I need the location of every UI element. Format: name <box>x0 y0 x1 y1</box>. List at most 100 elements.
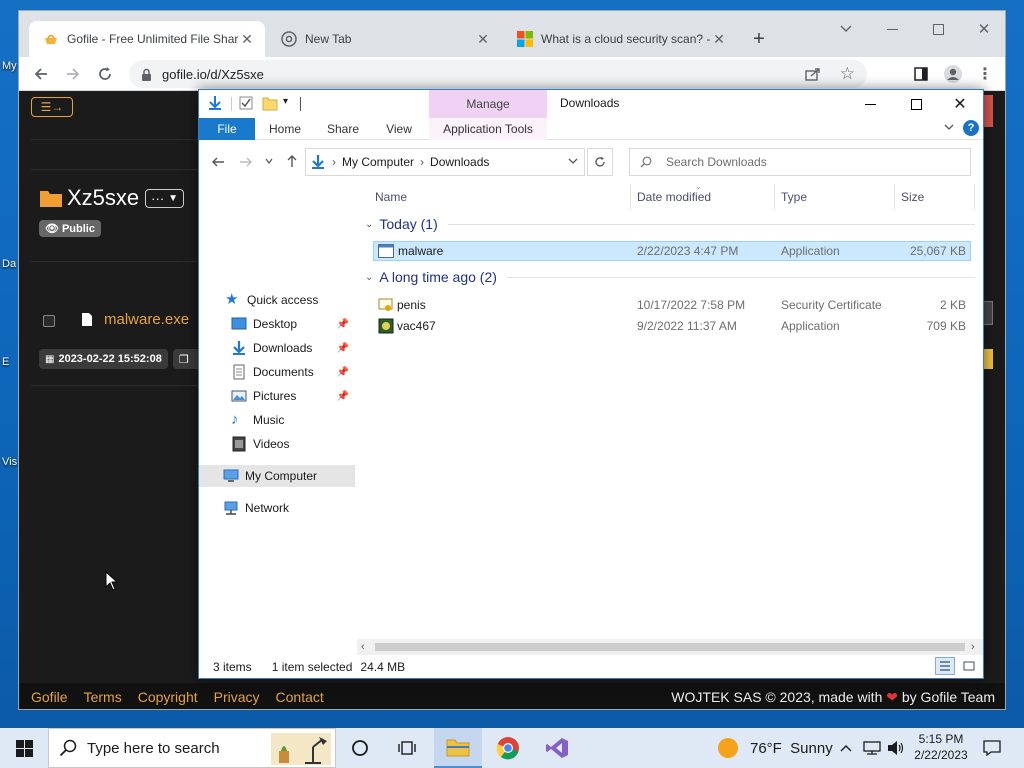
tab-new-tab[interactable]: New Tab ✕ <box>267 21 501 57</box>
search-input[interactable]: Search Downloads <box>629 148 971 176</box>
close-icon[interactable]: ✕ <box>475 31 491 47</box>
profile-avatar-icon[interactable] <box>939 61 967 87</box>
minimize-icon[interactable] <box>869 15 915 43</box>
expand-ribbon-icon[interactable] <box>943 121 955 133</box>
column-header-date[interactable]: Date modified ⌄ <box>631 182 775 210</box>
properties-check-icon[interactable] <box>239 96 253 110</box>
visual-studio-taskbar-icon[interactable] <box>534 728 580 768</box>
network-icon[interactable] <box>860 728 884 768</box>
desktop-icon-label[interactable]: Vis <box>2 456 17 468</box>
nav-downloads[interactable]: Downloads 📌 <box>199 337 355 359</box>
pin-icon[interactable]: 📌 <box>337 367 349 378</box>
nav-pictures[interactable]: Pictures 📌 <box>199 385 355 407</box>
nav-desktop[interactable]: Desktop 📌 <box>199 313 355 335</box>
minimize-icon[interactable] <box>847 90 893 118</box>
scroll-left-icon[interactable]: ‹ <box>361 641 365 653</box>
forward-arrow-icon[interactable] <box>239 155 253 169</box>
ribbon-tab-file[interactable]: File <box>199 118 255 140</box>
pin-icon[interactable]: 📌 <box>337 391 349 402</box>
close-icon[interactable]: ✕ <box>239 31 255 47</box>
close-icon[interactable]: ✕ <box>937 90 983 118</box>
cortana-icon[interactable] <box>337 728 383 768</box>
ribbon-tab-home[interactable]: Home <box>255 118 315 140</box>
column-header-name[interactable]: Name <box>369 184 631 210</box>
ribbon-tab-application-tools[interactable]: Application Tools <box>429 118 547 140</box>
group-header-today[interactable]: ⌄ Today (1) <box>365 216 975 232</box>
ribbon-tab-view[interactable]: View <box>371 118 427 140</box>
reload-icon[interactable] <box>91 61 119 87</box>
footer-link-privacy[interactable]: Privacy <box>214 689 260 705</box>
forward-arrow-icon[interactable] <box>59 61 87 87</box>
nav-documents[interactable]: Documents 📌 <box>199 361 355 383</box>
refresh-icon[interactable] <box>587 148 613 176</box>
address-dropdown-icon[interactable] <box>568 157 578 165</box>
nav-videos[interactable]: Videos <box>199 433 355 455</box>
chevron-up-icon[interactable] <box>836 728 856 768</box>
maximize-icon[interactable] <box>915 15 961 43</box>
taskbar-search-box[interactable]: Type here to search <box>48 728 336 768</box>
nav-music[interactable]: ♪ Music <box>199 409 355 431</box>
volume-icon[interactable] <box>884 728 908 768</box>
new-tab-button[interactable]: + <box>741 21 777 57</box>
pin-icon[interactable]: 📌 <box>337 319 349 330</box>
nav-my-computer[interactable]: My Computer <box>199 465 355 487</box>
back-arrow-icon[interactable] <box>27 61 55 87</box>
column-header-size[interactable]: Size <box>895 184 975 210</box>
share-icon[interactable] <box>805 67 821 81</box>
new-folder-icon[interactable] <box>262 95 278 111</box>
back-arrow-icon[interactable] <box>211 155 225 169</box>
desktop-icon-label[interactable]: My <box>2 60 17 72</box>
bookmark-star-icon[interactable]: ☆ <box>840 64 855 84</box>
tab-cloud-security[interactable]: What is a cloud security scan? - ✕ <box>503 21 737 57</box>
nav-quick-access[interactable]: ★ Quick access <box>199 289 355 311</box>
url-text[interactable]: gofile.io/d/Xz5sxe <box>162 67 264 82</box>
scroll-right-icon[interactable]: › <box>971 641 975 653</box>
footer-link-terms[interactable]: Terms <box>84 689 122 705</box>
chrome-taskbar-icon[interactable] <box>485 728 531 768</box>
address-breadcrumb[interactable]: › My Computer › Downloads <box>305 148 585 176</box>
pin-icon[interactable]: 📌 <box>337 343 349 354</box>
close-icon[interactable]: ✕ <box>961 15 1005 43</box>
tab-gofile[interactable]: Gofile - Free Unlimited File Shari ✕ <box>29 21 265 57</box>
footer-link-copyright[interactable]: Copyright <box>138 689 198 705</box>
notifications-icon[interactable] <box>970 728 1014 768</box>
desktop-icon-label[interactable]: E <box>2 356 9 368</box>
recent-locations-icon[interactable] <box>265 157 273 165</box>
up-arrow-icon[interactable] <box>285 154 299 168</box>
nav-network[interactable]: Network <box>199 497 355 519</box>
side-panel-icon[interactable] <box>907 61 935 87</box>
manage-contextual-tab[interactable]: Manage <box>429 90 547 118</box>
footer-link-gofile[interactable]: Gofile <box>31 689 68 705</box>
clock[interactable]: 5:15 PM 2/22/2023 <box>912 731 970 763</box>
scrollbar-thumb[interactable] <box>375 643 965 651</box>
footer-link-contact[interactable]: Contact <box>276 689 324 705</box>
kebab-menu-icon[interactable]: ⋮ <box>971 61 999 87</box>
breadcrumb-my-computer[interactable]: My Computer <box>342 155 414 169</box>
task-view-icon[interactable] <box>384 728 430 768</box>
quick-access-toolbar-icon[interactable] <box>207 95 223 111</box>
large-icons-view-icon[interactable] <box>959 657 979 675</box>
group-header-long-ago[interactable]: ⌄ A long time ago (2) <box>365 269 975 285</box>
help-icon[interactable]: ? <box>963 120 979 136</box>
file-row-vac467[interactable]: vac467 9/2/2022 11:37 AM Application 709… <box>373 316 971 336</box>
file-name-link[interactable]: malware.exe <box>104 311 189 328</box>
lock-icon[interactable] <box>141 68 152 81</box>
details-view-icon[interactable] <box>935 657 955 675</box>
sidebar-toggle-button[interactable]: ☰→ <box>31 97 73 117</box>
address-bar[interactable]: gofile.io/d/Xz5sxe ☆ <box>129 60 867 88</box>
file-row[interactable]: malware.exe <box>81 311 189 328</box>
customize-caret-icon[interactable]: ▾ <box>283 96 288 107</box>
desktop-icon-label[interactable]: Da <box>2 258 16 270</box>
windows-start-icon[interactable] <box>0 728 48 768</box>
tab-search-icon[interactable] <box>823 15 869 43</box>
ribbon-tab-share[interactable]: Share <box>315 118 371 140</box>
file-row-malware[interactable]: malware 2/22/2023 4:47 PM Application 25… <box>373 241 971 261</box>
folder-actions-button[interactable]: ··· ▼ <box>145 188 185 208</box>
file-row-penis[interactable]: penis 10/17/2022 7:58 PM Security Certif… <box>373 295 971 315</box>
file-explorer-taskbar-icon[interactable] <box>434 728 482 768</box>
maximize-icon[interactable] <box>893 90 939 118</box>
breadcrumb-downloads[interactable]: Downloads <box>430 155 489 169</box>
file-checkbox[interactable] <box>43 315 55 327</box>
close-icon[interactable]: ✕ <box>711 31 727 47</box>
weather-widget[interactable]: 76°F Sunny <box>718 728 833 768</box>
